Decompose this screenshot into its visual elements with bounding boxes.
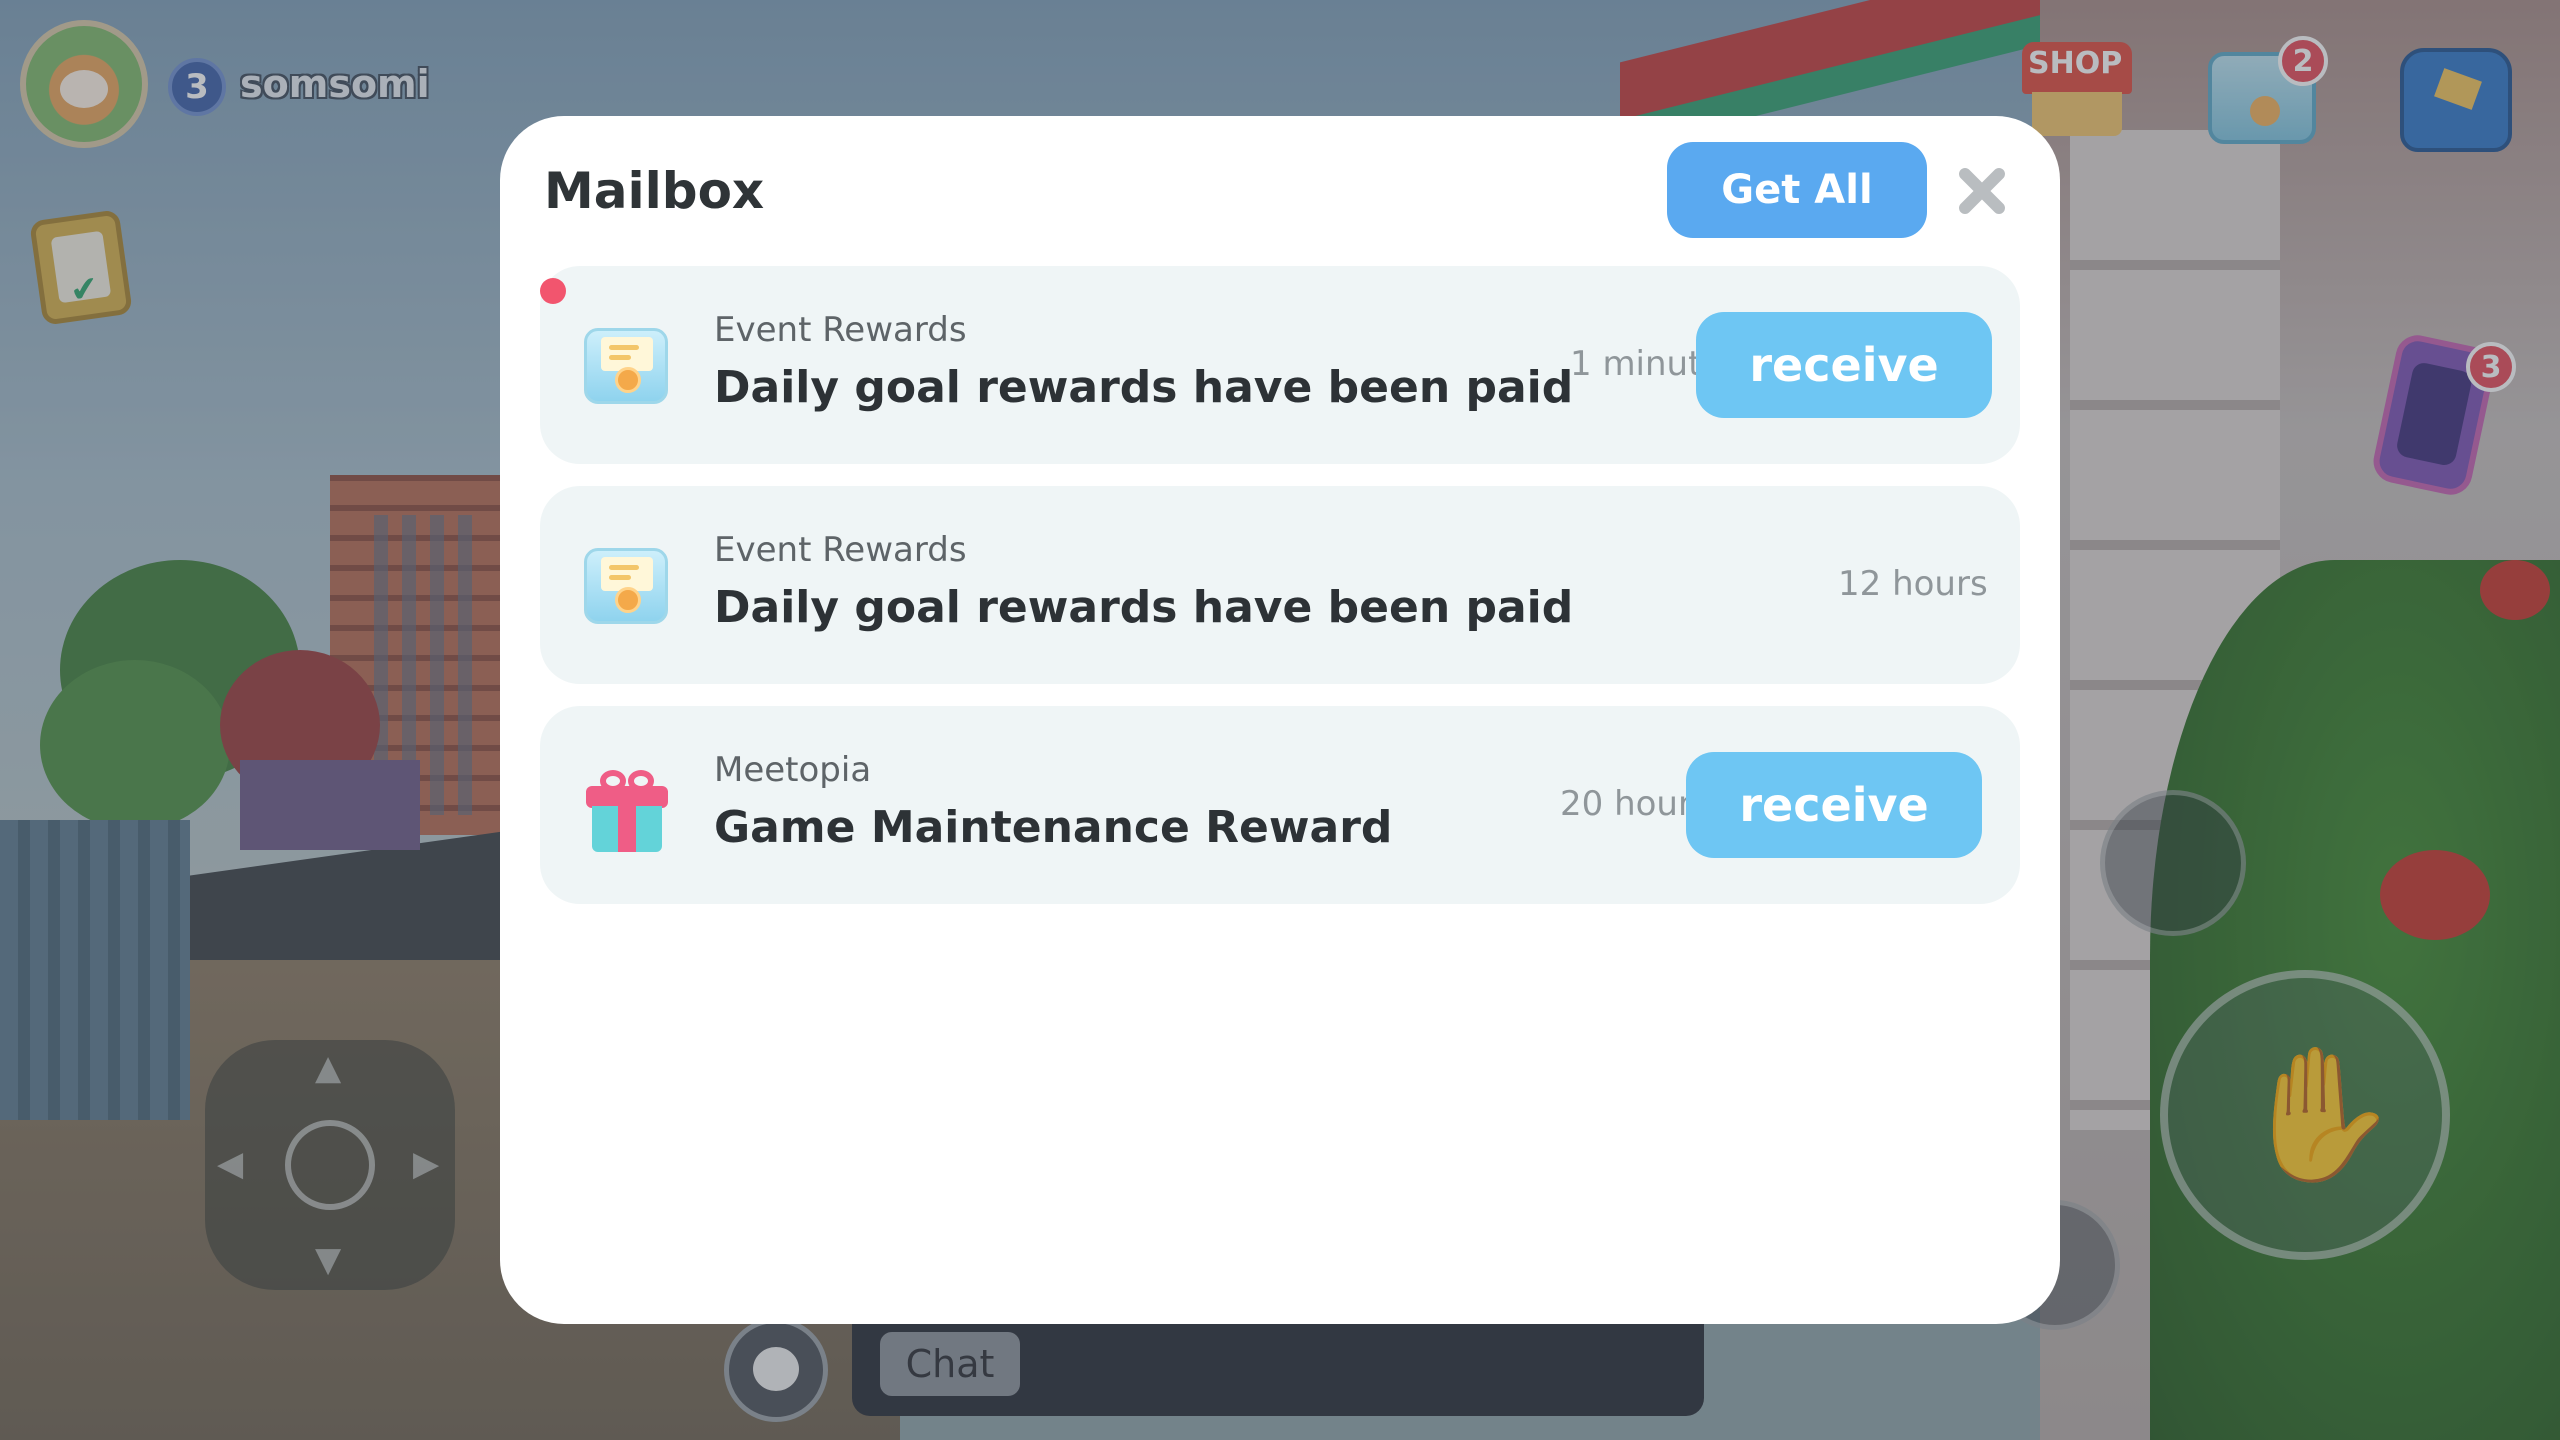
mail-title: Daily goal rewards have been paid <box>714 582 1574 633</box>
mail-item[interactable]: Meetopia Game Maintenance Reward 20 hour… <box>540 706 2020 904</box>
mail-list: Event Rewards Daily goal rewards have be… <box>540 266 2020 926</box>
mail-item[interactable]: Event Rewards Daily goal rewards have be… <box>540 486 2020 684</box>
mail-sender: Meetopia <box>714 750 872 790</box>
close-icon[interactable] <box>1950 158 2014 222</box>
receive-button[interactable]: receive <box>1696 312 1992 418</box>
mail-sender: Event Rewards <box>714 530 967 570</box>
envelope-icon <box>580 538 674 632</box>
modal-title: Mailbox <box>544 162 765 220</box>
mail-title: Daily goal rewards have been paid <box>714 362 1574 413</box>
unread-dot <box>540 278 566 304</box>
get-all-button[interactable]: Get All <box>1667 142 1927 238</box>
mail-time: 12 hours <box>1838 564 1988 604</box>
mail-title: Game Maintenance Reward <box>714 802 1393 853</box>
gift-icon <box>580 758 674 852</box>
mail-item[interactable]: Event Rewards Daily goal rewards have be… <box>540 266 2020 464</box>
envelope-icon <box>580 318 674 412</box>
mailbox-modal: Mailbox Get All Event Rewards Daily goal… <box>500 116 2060 1324</box>
receive-button[interactable]: receive <box>1686 752 1982 858</box>
mail-sender: Event Rewards <box>714 310 967 350</box>
